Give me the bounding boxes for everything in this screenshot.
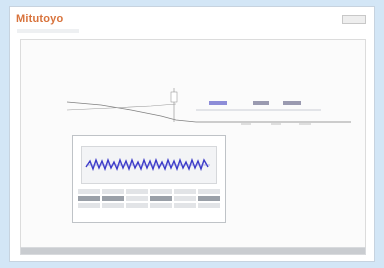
table-cell bbox=[198, 203, 220, 208]
table-cell bbox=[102, 189, 124, 194]
table-cell bbox=[174, 196, 196, 201]
dimension-label bbox=[283, 101, 301, 105]
table-cell bbox=[150, 189, 172, 194]
table-row bbox=[77, 195, 221, 202]
table-cell bbox=[150, 203, 172, 208]
app-window: Mitutoyo bbox=[9, 6, 375, 262]
table-cell bbox=[102, 203, 124, 208]
table-cell bbox=[126, 189, 148, 194]
table-cell bbox=[78, 203, 100, 208]
table-row bbox=[77, 188, 221, 195]
table-row bbox=[77, 202, 221, 209]
brand-logo: Mitutoyo bbox=[16, 13, 64, 25]
table-cell bbox=[78, 189, 100, 194]
results-table bbox=[77, 188, 221, 218]
horizontal-scrollbar[interactable] bbox=[20, 247, 366, 255]
scrollbar-thumb[interactable] bbox=[21, 248, 365, 254]
table-cell bbox=[174, 203, 196, 208]
dimension-label bbox=[209, 101, 227, 105]
table-cell bbox=[102, 196, 124, 201]
app-subtitle bbox=[17, 29, 79, 33]
measurement-canvas[interactable] bbox=[20, 39, 366, 249]
table-cell bbox=[126, 203, 148, 208]
table-cell bbox=[150, 196, 172, 201]
detail-panel[interactable] bbox=[72, 135, 226, 223]
table-cell bbox=[198, 189, 220, 194]
table-cell bbox=[78, 196, 100, 201]
roughness-chart bbox=[81, 146, 217, 184]
table-cell bbox=[126, 196, 148, 201]
profile-line-upper bbox=[66, 103, 177, 111]
table-cell bbox=[174, 189, 196, 194]
roughness-waveform bbox=[85, 157, 210, 172]
window-control-button[interactable] bbox=[342, 15, 366, 24]
dimension-label bbox=[253, 101, 269, 105]
table-cell bbox=[198, 196, 220, 201]
marker-head bbox=[170, 91, 178, 103]
